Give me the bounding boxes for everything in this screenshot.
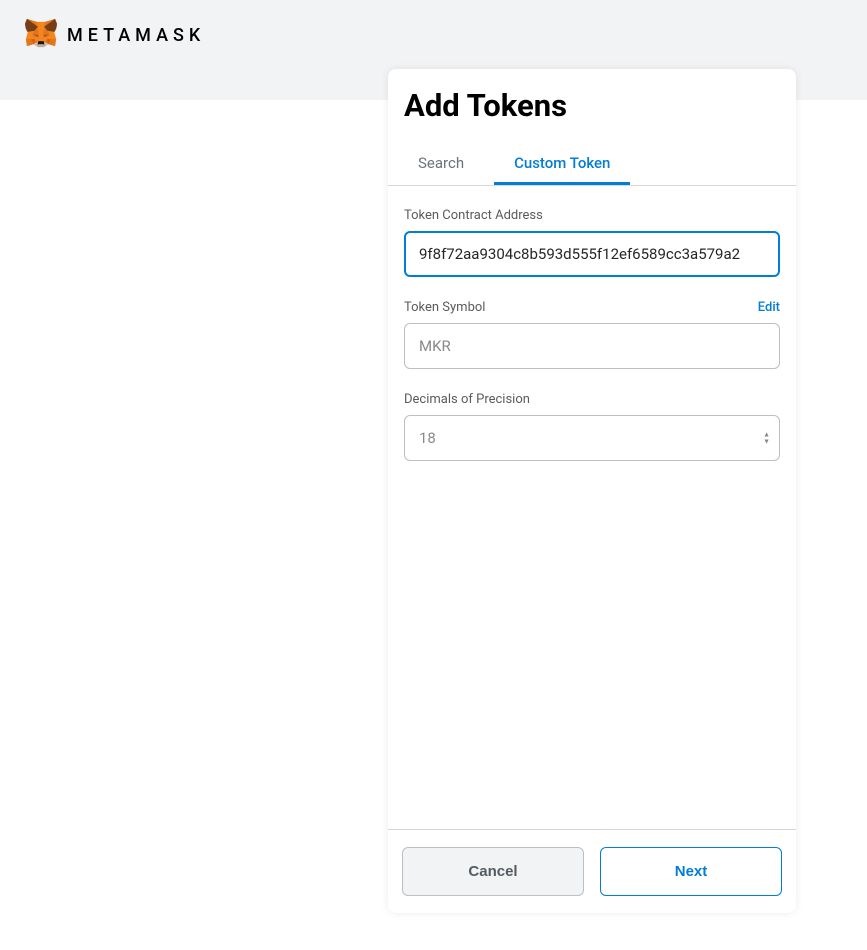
decimals-label: Decimals of Precision xyxy=(404,392,530,407)
tabs-bar: Search Custom Token xyxy=(388,142,796,186)
edit-link[interactable]: Edit xyxy=(758,300,780,315)
next-button[interactable]: Next xyxy=(600,847,782,896)
token-symbol-label: Token Symbol xyxy=(404,300,485,315)
add-tokens-modal: Add Tokens Search Custom Token Token Con… xyxy=(388,69,796,913)
decimals-input[interactable] xyxy=(404,415,780,461)
modal-footer: Cancel Next xyxy=(388,829,796,913)
cancel-button[interactable]: Cancel xyxy=(402,847,584,896)
contract-address-input[interactable] xyxy=(404,231,780,277)
form-body: Token Contract Address Token Symbol Edit… xyxy=(388,186,796,829)
token-symbol-input[interactable] xyxy=(404,323,780,369)
field-decimals: Decimals of Precision ▲ ▼ xyxy=(404,392,780,461)
field-token-symbol: Token Symbol Edit xyxy=(404,300,780,369)
tab-custom-token[interactable]: Custom Token xyxy=(494,142,630,185)
brand-logo: METAMASK xyxy=(25,18,205,52)
modal-title: Add Tokens xyxy=(388,69,796,124)
chevron-down-icon: ▼ xyxy=(763,439,770,445)
contract-address-label: Token Contract Address xyxy=(404,208,543,223)
field-contract-address: Token Contract Address xyxy=(404,208,780,277)
stepper-icon[interactable]: ▲ ▼ xyxy=(763,432,770,445)
fox-icon xyxy=(25,18,57,52)
brand-name: METAMASK xyxy=(67,25,205,46)
tab-search[interactable]: Search xyxy=(388,142,494,185)
